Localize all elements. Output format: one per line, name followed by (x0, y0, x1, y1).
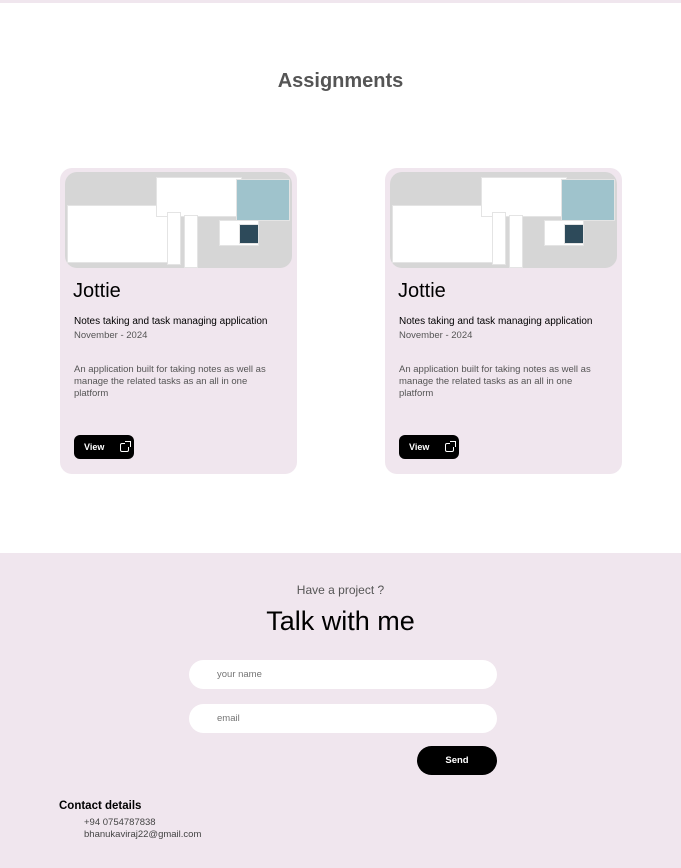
view-button[interactable]: View (399, 435, 459, 459)
card-date: November - 2024 (399, 330, 473, 341)
contact-phone: +94 0754787838 (84, 817, 156, 828)
view-label: View (84, 442, 105, 452)
contact-heading: Talk with me (266, 606, 415, 636)
contact-info: +94 0754787838 bhanukaviraj22@gmail.com (84, 817, 201, 841)
card-subtitle: Notes taking and task managing applicati… (74, 316, 268, 327)
view-label: View (409, 442, 430, 452)
card-subtitle: Notes taking and task managing applicati… (399, 316, 593, 327)
card-description: An application built for taking notes as… (399, 364, 591, 399)
project-card: Jottie Notes taking and task managing ap… (60, 168, 297, 474)
contact-kicker: Have a project ? (296, 583, 385, 597)
external-link-icon (445, 440, 457, 452)
email-input[interactable] (189, 704, 497, 733)
contact-details-title: Contact details (59, 800, 142, 812)
card-description: An application built for taking notes as… (74, 364, 266, 399)
contact-section: Have a project ? Talk with me Send Conta… (0, 553, 681, 868)
card-date: November - 2024 (74, 330, 148, 341)
card-title: Jottie (73, 280, 121, 302)
card-title: Jottie (398, 280, 446, 302)
view-button[interactable]: View (74, 435, 134, 459)
project-screenshot (65, 172, 292, 268)
project-screenshot (390, 172, 617, 268)
contact-email: bhanukaviraj22@gmail.com (84, 829, 202, 840)
external-link-icon (120, 440, 132, 452)
project-card: Jottie Notes taking and task managing ap… (385, 168, 622, 474)
top-border (0, 0, 681, 3)
send-button[interactable]: Send (417, 746, 497, 775)
section-title: Assignments (277, 70, 404, 92)
name-input[interactable] (189, 660, 497, 689)
